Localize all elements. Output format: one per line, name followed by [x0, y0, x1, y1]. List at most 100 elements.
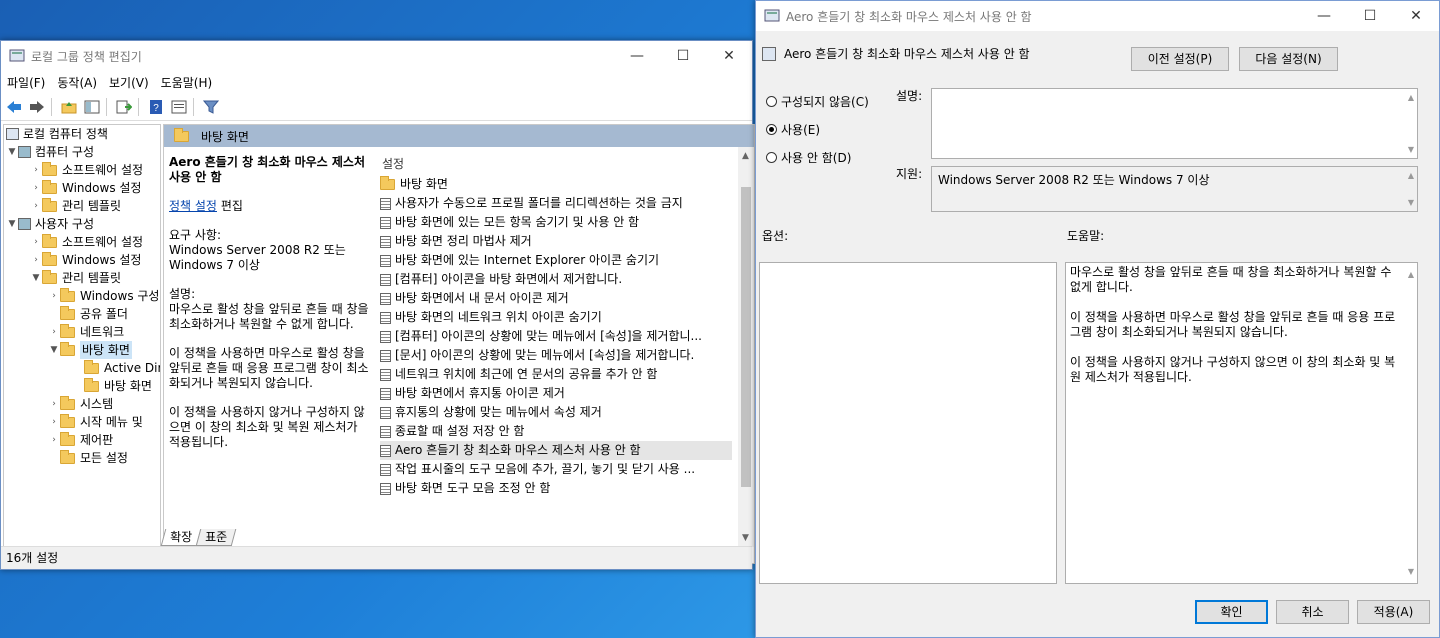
apply-button[interactable]: 적용(A) — [1357, 600, 1430, 624]
policy-icon — [6, 128, 19, 140]
chevron-down-icon[interactable]: ▼ — [30, 269, 42, 287]
folder-icon — [84, 359, 99, 374]
radio-not-configured[interactable]: 구성되지 않음(C) — [766, 93, 869, 110]
tree-item-control-panel[interactable]: › 제어판 — [48, 431, 113, 449]
navigation-tree[interactable]: 로컬 컴퓨터 정책 ▼ 컴퓨터 구성 › 소프트웨어 설정 › Windows 설정 … — [3, 124, 161, 564]
maximize-button[interactable]: ☐ — [660, 41, 706, 71]
cancel-button[interactable]: 취소 — [1276, 600, 1349, 624]
policy-setting-icon — [380, 349, 391, 362]
filter-icon[interactable] — [201, 97, 221, 117]
up-folder-icon[interactable] — [59, 97, 79, 117]
tree-item-u-windows[interactable]: › Windows 설정 — [30, 251, 141, 269]
chevron-right-icon[interactable]: › — [48, 431, 60, 449]
next-setting-button[interactable]: 다음 설정(N) — [1239, 47, 1338, 71]
list-vertical-scrollbar[interactable]: ▲ ▼ — [738, 147, 754, 547]
list-item-policy[interactable]: [컴퓨터] 아이콘을 바탕 화면에서 제거합니다. — [380, 270, 732, 289]
comment-textarea[interactable]: ▲ ▼ — [931, 88, 1418, 159]
list-item-policy[interactable]: 바탕 화면에 있는 모든 항목 숨기기 및 사용 안 함 — [380, 213, 732, 232]
chevron-right-icon[interactable]: › — [48, 413, 60, 431]
list-item-policy[interactable]: 종료할 때 설정 저장 안 함 — [380, 422, 732, 441]
radio-circle[interactable] — [766, 96, 777, 107]
list-item-policy[interactable]: 휴지통의 상황에 맞는 메뉴에서 속성 제거 — [380, 403, 732, 422]
radio-enabled[interactable]: 사용(E) — [766, 121, 820, 138]
tree-item-u-admin[interactable]: ▼ 관리 템플릿 — [30, 269, 121, 287]
help-panel[interactable]: 마우스로 활성 창을 앞뒤로 흔들 때 창을 최소화하거나 복원할 수 없게 합… — [1065, 262, 1418, 584]
tree-item-user-config[interactable]: ▼ 사용자 구성 — [6, 215, 94, 233]
close-button[interactable]: ✕ — [1393, 1, 1439, 31]
radio-disabled[interactable]: 사용 안 함(D) — [766, 149, 851, 166]
chevron-right-icon[interactable]: › — [30, 251, 42, 269]
tree-item-network[interactable]: › 네트워크 — [48, 323, 124, 341]
gpe-titlebar[interactable]: 로컬 그룹 정책 편집기 — ☐ ✕ — [1, 41, 752, 71]
list-item-policy[interactable]: 바탕 화면 정리 마법사 제거 — [380, 232, 732, 251]
export-list-icon[interactable] — [114, 97, 134, 117]
edit-policy-link[interactable]: 정책 설정 — [169, 199, 217, 213]
menu-view[interactable]: 보기(V) — [103, 74, 155, 91]
tree-item-local-computer-policy[interactable]: 로컬 컴퓨터 정책 — [6, 125, 108, 143]
chevron-right-icon[interactable]: › — [48, 287, 60, 305]
chevron-right-icon[interactable]: › — [30, 233, 42, 251]
back-arrow-icon[interactable] — [4, 97, 24, 117]
chevron-right-icon[interactable]: › — [30, 197, 42, 215]
list-item-label: [컴퓨터] 아이콘을 바탕 화면에서 제거합니다. — [395, 272, 623, 286]
tab-standard[interactable]: 표준 — [195, 529, 237, 546]
tree-item-shared-folders[interactable]: 공유 폴더 — [48, 305, 128, 323]
maximize-button[interactable]: ☐ — [1347, 1, 1393, 31]
column-header-setting[interactable]: 설정 — [382, 155, 404, 172]
chevron-right-icon[interactable]: › — [48, 323, 60, 341]
show-hide-tree-icon[interactable] — [82, 97, 102, 117]
menu-file[interactable]: 파일(F) — [1, 74, 51, 91]
list-item-policy[interactable]: 바탕 화면에서 휴지통 아이콘 제거 — [380, 384, 732, 403]
tree-item-c-admin[interactable]: › 관리 템플릿 — [30, 197, 121, 215]
ok-button[interactable]: 확인 — [1195, 600, 1268, 624]
group-policy-editor-window: 로컬 그룹 정책 편집기 — ☐ ✕ 파일(F) 동작(A) 보기(V) 도움말… — [0, 40, 755, 570]
menu-action[interactable]: 동작(A) — [51, 74, 103, 91]
list-item-policy[interactable]: [문서] 아이콘의 상황에 맞는 메뉴에서 [속성]을 제거합니다. — [380, 346, 732, 365]
tree-item-system[interactable]: › 시스템 — [48, 395, 113, 413]
chevron-right-icon[interactable]: › — [30, 161, 42, 179]
chevron-right-icon[interactable]: › — [48, 395, 60, 413]
tree-item-c-software[interactable]: › 소프트웨어 설정 — [30, 161, 143, 179]
tree-item-all-settings[interactable]: 모든 설정 — [60, 449, 128, 467]
list-item-policy[interactable]: 바탕 화면 도구 모음 조정 안 함 — [380, 479, 732, 498]
chevron-down-icon[interactable]: ▼ — [6, 215, 18, 233]
tree-item-u-software[interactable]: › 소프트웨어 설정 — [30, 233, 143, 251]
close-button[interactable]: ✕ — [706, 41, 752, 71]
dialog-titlebar[interactable]: Aero 흔들기 창 최소화 마우스 제스처 사용 안 함 — ☐ ✕ — [756, 1, 1439, 31]
chevron-right-icon[interactable]: › — [30, 179, 42, 197]
list-item-policy[interactable]: Aero 흔들기 창 최소화 마우스 제스처 사용 안 함 — [380, 441, 732, 460]
minimize-button[interactable]: — — [1301, 1, 1347, 31]
radio-circle[interactable] — [766, 124, 777, 135]
dialog-header: Aero 흔들기 창 최소화 마우스 제스처 사용 안 함 — [762, 45, 1030, 62]
tree-item-c-windows[interactable]: › Windows 설정 — [30, 179, 141, 197]
help-icon[interactable]: ? — [146, 97, 166, 117]
tree-item-computer-config[interactable]: ▼ 컴퓨터 구성 — [6, 143, 94, 161]
list-item-policy[interactable]: [컴퓨터] 아이콘의 상황에 맞는 메뉴에서 [속성]을 제거합니... — [380, 327, 732, 346]
minimize-button[interactable]: — — [614, 41, 660, 71]
chevron-down-icon[interactable]: ▼ — [6, 143, 18, 161]
menu-help[interactable]: 도움말(H) — [155, 74, 219, 91]
properties-icon[interactable] — [169, 97, 189, 117]
tree-item-active-dir[interactable]: Active Dir — [84, 359, 160, 377]
tree-item-desktop[interactable]: ▼ 바탕 화면 — [48, 341, 132, 359]
policy-setting-dialog: Aero 흔들기 창 최소화 마우스 제스처 사용 안 함 — ☐ ✕ Aero… — [755, 0, 1440, 638]
list-item-label: 종료할 때 설정 저장 안 함 — [395, 424, 525, 438]
forward-arrow-icon[interactable] — [27, 97, 47, 117]
list-item-policy[interactable]: 사용자가 수동으로 프로필 폴더를 리디렉션하는 것을 금지 — [380, 194, 732, 213]
list-item-policy[interactable]: 네트워크 위치에 최근에 연 문서의 공유를 추가 안 함 — [380, 365, 732, 384]
tree-item-windows-components[interactable]: › Windows 구성 — [48, 287, 159, 305]
description: 설명: 마우스로 활성 창을 앞뒤로 흔들 때 창을 최소화하거나 복원할 수 없… — [169, 287, 369, 331]
list-item-policy[interactable]: 작업 표시줄의 도구 모음에 추가, 끌기, 놓기 및 닫기 사용 ... — [380, 460, 732, 479]
previous-setting-button[interactable]: 이전 설정(P) — [1131, 47, 1229, 71]
help-text-p1: 마우스로 활성 창을 앞뒤로 흔들 때 창을 최소화하거나 복원할 수 없게 합… — [1070, 265, 1392, 294]
tree-item-start-menu[interactable]: › 시작 메뉴 및 — [48, 413, 143, 431]
chevron-down-icon[interactable]: ▼ — [48, 341, 60, 359]
radio-circle[interactable] — [766, 152, 777, 163]
list-item-policy[interactable]: 바탕 화면에서 내 문서 아이콘 제거 — [380, 289, 732, 308]
policy-setting-icon — [380, 273, 391, 286]
list-item-policy[interactable]: 바탕 화면에 있는 Internet Explorer 아이콘 숨기기 — [380, 251, 732, 270]
user-icon — [18, 218, 31, 230]
list-item-folder[interactable]: 바탕 화면 — [380, 175, 732, 194]
list-item-policy[interactable]: 바탕 화면의 네트워크 위치 아이콘 숨기기 — [380, 308, 732, 327]
tree-item-desktop-sub[interactable]: 바탕 화면 — [84, 377, 152, 395]
